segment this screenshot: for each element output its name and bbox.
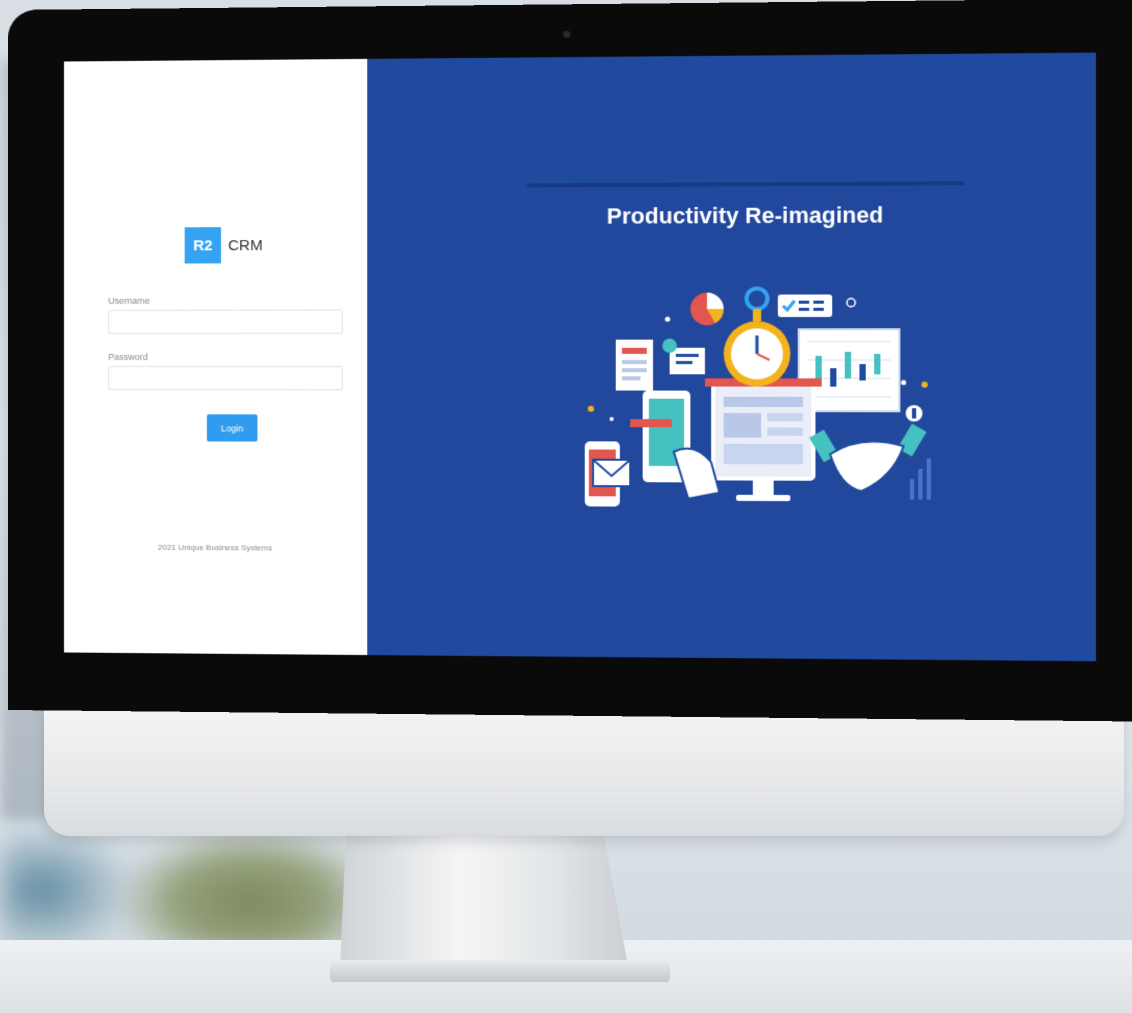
login-panel: R2 CRM Username Password Login 2021 Uniq… — [64, 59, 367, 655]
background-plant — [120, 830, 380, 950]
password-input[interactable] — [108, 366, 343, 390]
handshake-icon — [809, 423, 926, 491]
logo-badge: R2 — [185, 227, 221, 263]
hero-card: Productivity Re-imagined — [527, 181, 965, 565]
footer-copyright: 2021 Unique Business Systems — [64, 542, 367, 553]
app-logo: R2 CRM — [185, 227, 263, 263]
login-button[interactable]: Login — [207, 414, 258, 441]
computer-icon — [705, 378, 822, 501]
productivity-illustration — [570, 278, 935, 524]
bar-graph-icon — [910, 459, 931, 500]
mail-phone-icon — [585, 441, 630, 506]
app-screen: R2 CRM Username Password Login 2021 Uniq… — [64, 53, 1096, 662]
pie-chart-icon — [690, 293, 723, 326]
tablet-hand-icon — [630, 391, 719, 499]
code-bubble-icon — [662, 339, 705, 375]
monitor-stand-base — [330, 960, 670, 982]
checklist-icon — [778, 294, 832, 317]
document-icon — [616, 340, 653, 391]
coin-icon — [906, 405, 923, 421]
camera-icon — [563, 31, 570, 38]
logo-name: CRM — [228, 237, 263, 254]
hero-title: Productivity Re-imagined — [527, 202, 965, 230]
background-blur-bottom-left — [0, 820, 140, 960]
password-label: Password — [108, 352, 148, 362]
hero-panel: Productivity Re-imagined — [367, 53, 1096, 662]
username-input[interactable] — [108, 310, 343, 334]
monitor-bezel: R2 CRM Username Password Login 2021 Uniq… — [8, 0, 1132, 722]
username-label: Username — [108, 296, 150, 306]
monitor-stand — [340, 836, 640, 966]
monitor-chin — [44, 706, 1124, 836]
